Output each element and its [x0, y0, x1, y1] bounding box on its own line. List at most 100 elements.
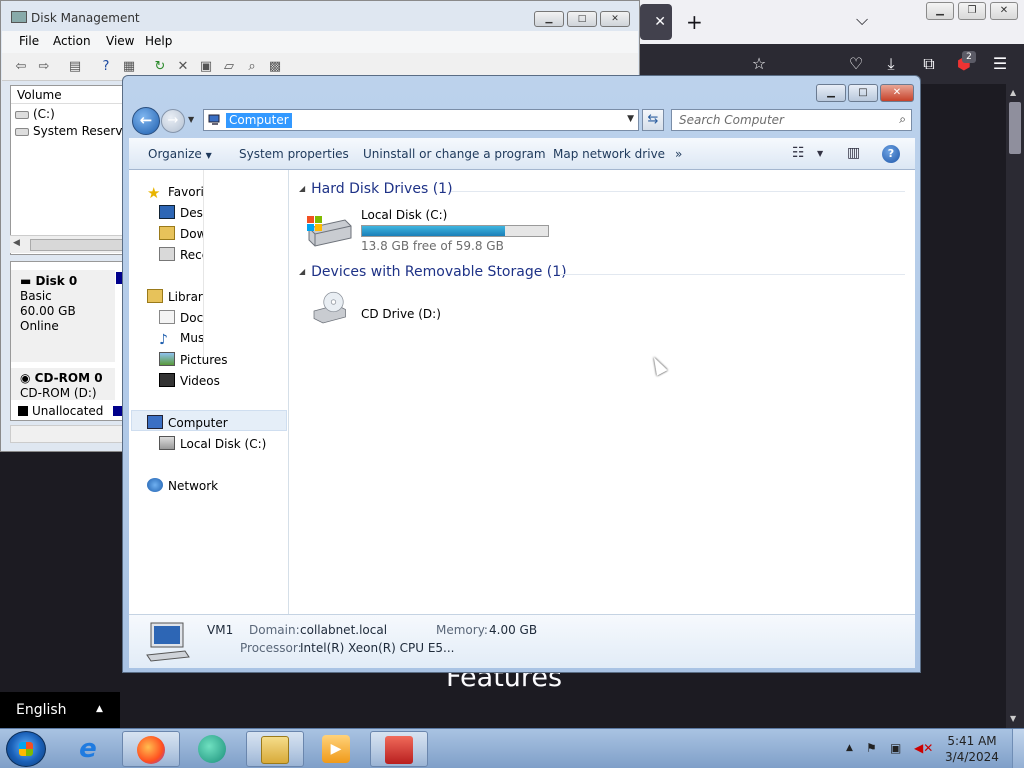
volume-muted-icon[interactable]: ◀✕	[914, 741, 933, 755]
map-network-drive-button[interactable]: Map network drive	[553, 147, 665, 161]
collapse-triangle-icon[interactable]: ◢	[299, 267, 305, 276]
dm-minimize-button[interactable]: ▁	[534, 11, 564, 27]
nav-local-disk[interactable]: Local Disk (C:)	[159, 436, 266, 451]
show-desktop-button[interactable]	[1012, 729, 1024, 768]
recent-places-icon	[159, 247, 175, 261]
nav-downloads[interactable]: Dow	[159, 226, 206, 241]
dm-window-title: Disk Management	[31, 11, 140, 25]
chevron-down-icon[interactable]: ⌵	[856, 10, 868, 30]
nav-videos[interactable]: Videos	[159, 373, 220, 388]
recent-pages-dropdown[interactable]: ▼	[188, 115, 194, 124]
dm-close-button[interactable]: ✕	[600, 11, 630, 27]
volume-row[interactable]: System Reserved	[15, 124, 137, 138]
group-header-removable-storage[interactable]: ◢ Devices with Removable Storage (1)	[299, 264, 567, 280]
view-options-icon[interactable]: ☷	[792, 145, 805, 161]
explorer-maximize-button[interactable]: □	[848, 84, 878, 102]
settings-icon[interactable]: ▩	[267, 59, 283, 75]
volume-list-scrollbar[interactable]: ◀	[10, 235, 130, 253]
volume-column-header[interactable]: Volume	[11, 86, 131, 104]
delete-icon[interactable]: ✕	[175, 59, 191, 75]
console-tree-icon[interactable]: ▤	[67, 59, 83, 75]
new-tab-button[interactable]: +	[686, 10, 703, 34]
pocket-icon[interactable]: ♡	[845, 54, 867, 73]
search-icon[interactable]: ⌕	[244, 59, 260, 75]
menu-help[interactable]: Help	[145, 34, 172, 48]
nav-favorites[interactable]: ★ Favori	[147, 184, 204, 202]
open-folder-icon[interactable]: ▱	[221, 59, 237, 75]
forward-arrow-icon[interactable]: ⇨	[36, 59, 52, 75]
scroll-up-icon[interactable]: ▲	[1010, 88, 1016, 97]
collapse-triangle-icon[interactable]: ◢	[299, 184, 305, 193]
nav-music[interactable]: ♪ Mus	[159, 331, 204, 348]
nav-documents[interactable]: Doc	[159, 310, 203, 325]
taskbar-firefox[interactable]	[122, 731, 180, 767]
start-button[interactable]	[6, 731, 46, 767]
firefox-scrollbar[interactable]: ▲ ▼	[1006, 84, 1024, 728]
disk-0-label[interactable]: ▬ Disk 0 Basic 60.00 GB Online	[11, 270, 115, 362]
search-icon[interactable]: ⌕	[899, 112, 906, 127]
explorer-minimize-button[interactable]: ▁	[816, 84, 846, 102]
firefox-close-button[interactable]: ✕	[990, 2, 1018, 20]
dm-maximize-button[interactable]: □	[567, 11, 597, 27]
nav-pictures[interactable]: Pictures	[159, 352, 228, 367]
bookmark-star-icon[interactable]: ☆	[748, 54, 770, 73]
address-dropdown-icon[interactable]: ▼	[627, 114, 634, 124]
view-dropdown-icon[interactable]: ▼	[817, 149, 823, 158]
address-text[interactable]: Computer	[226, 113, 292, 128]
volume-row[interactable]: (C:)	[15, 107, 55, 121]
firefox-restore-button[interactable]: ❐	[958, 2, 986, 20]
scroll-thumb[interactable]	[30, 239, 130, 251]
search-input[interactable]	[672, 110, 882, 130]
taskbar-app[interactable]	[184, 731, 242, 767]
nav-desktop[interactable]: Desl	[159, 205, 206, 220]
taskbar-internet-explorer[interactable]: e	[60, 731, 118, 767]
menu-action[interactable]: Action	[53, 34, 91, 48]
scroll-left-icon[interactable]: ◀	[13, 238, 20, 248]
extensions-icon[interactable]: ⧉	[918, 54, 940, 74]
system-clock[interactable]: 5:41 AM 3/4/2024	[940, 733, 1004, 765]
properties-icon[interactable]: ▦	[121, 59, 137, 75]
refresh-icon[interactable]: ↻	[152, 59, 168, 75]
menu-icon[interactable]: ☰	[989, 54, 1011, 73]
back-arrow-icon[interactable]: ⇦	[13, 59, 29, 75]
scroll-thumb[interactable]	[1009, 102, 1021, 154]
system-properties-button[interactable]: System properties	[239, 147, 349, 161]
address-bar[interactable]: Computer ▼	[203, 109, 639, 131]
tab-close-icon[interactable]: ✕	[654, 14, 666, 30]
taskbar-server-manager[interactable]	[370, 731, 428, 767]
show-hidden-icons[interactable]: ▲	[846, 743, 853, 753]
action-center-flag-icon[interactable]: ⚑	[866, 741, 877, 755]
network-tray-icon[interactable]: ▣	[890, 741, 901, 755]
help-icon[interactable]: ?	[98, 59, 114, 75]
language-selector[interactable]: English ▲	[0, 692, 120, 728]
taskbar-media-player[interactable]: ▶	[308, 731, 366, 767]
firefox-tab[interactable]: ✕	[640, 4, 672, 40]
forward-button[interactable]: →	[161, 109, 185, 133]
organize-button[interactable]: Organize ▼	[148, 147, 212, 161]
cdrom-0-label[interactable]: ◉ CD-ROM 0 CD-ROM (D:)	[11, 368, 115, 400]
nav-libraries[interactable]: Librar	[147, 289, 203, 304]
nav-computer[interactable]: Computer	[147, 415, 228, 430]
hard-drive-icon	[307, 216, 352, 247]
scroll-down-icon[interactable]: ▼	[1010, 714, 1016, 723]
menu-view[interactable]: View	[106, 34, 134, 48]
group-header-hard-disk-drives[interactable]: ◢ Hard Disk Drives (1)	[299, 181, 453, 197]
uninstall-program-button[interactable]: Uninstall or change a program	[363, 147, 546, 161]
refresh-button[interactable]: ⇆	[642, 109, 664, 131]
more-commands-button[interactable]: »	[675, 147, 682, 161]
check-icon[interactable]: ▣	[198, 59, 214, 75]
computer-icon	[146, 622, 190, 662]
search-box[interactable]: ⌕	[671, 109, 912, 131]
taskbar-explorer[interactable]	[246, 731, 304, 767]
menu-file[interactable]: File	[19, 34, 39, 48]
internet-explorer-icon: e	[79, 734, 97, 764]
nav-recent-places[interactable]: Rece	[159, 247, 209, 262]
back-button[interactable]: ←	[132, 107, 160, 135]
nav-network[interactable]: Network	[147, 478, 218, 493]
download-icon[interactable]: ⤓	[880, 54, 902, 74]
music-note-icon: ♪	[159, 332, 168, 348]
preview-pane-icon[interactable]: ▥	[847, 145, 860, 161]
help-button[interactable]: ?	[882, 145, 900, 163]
firefox-minimize-button[interactable]: ▁	[926, 2, 954, 20]
explorer-close-button[interactable]: ✕	[880, 84, 914, 102]
